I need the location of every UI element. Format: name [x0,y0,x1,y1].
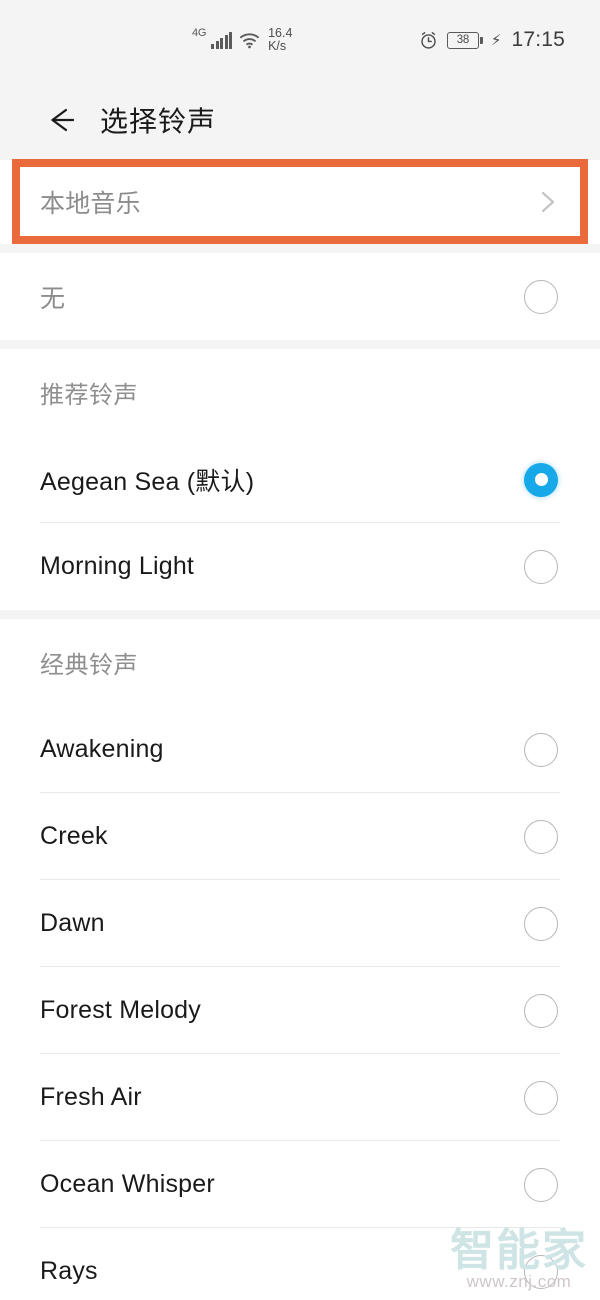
radio-button[interactable] [524,279,558,314]
radio-button[interactable] [524,732,558,767]
ringtone-label: Ocean Whisper [40,1170,215,1198]
ringtone-row[interactable]: Creek [0,793,600,880]
alarm-clock-icon [419,31,438,50]
radio-button[interactable] [524,1254,558,1289]
ringtone-label: Fresh Air [40,1083,142,1111]
local-music-row[interactable]: 本地音乐 [0,160,600,244]
clock-label: 17:15 [511,28,565,51]
ringtone-row[interactable]: Aegean Sea (默认) [0,436,600,523]
ringtone-row[interactable]: Forest Melody [0,967,600,1054]
ringtone-row[interactable]: Ocean Whisper [0,1141,600,1228]
ringtone-row[interactable]: Awakening [0,706,600,793]
chevron-right-icon [538,187,558,217]
ringtone-label: 无 [40,284,66,313]
ringtone-label: Dawn [40,909,105,937]
ringtone-label: Morning Light [40,552,195,580]
data-speed-indicator: 16.4 K/s [268,25,293,53]
radio-button[interactable] [524,819,558,854]
ringtone-row[interactable]: Dawn [0,880,600,967]
section-header: 推荐铃声 [0,349,600,436]
radio-button-selected[interactable] [524,462,558,497]
radio-button[interactable] [524,1167,558,1202]
back-arrow-icon[interactable] [42,102,78,138]
section-header-label: 推荐铃声 [40,382,138,409]
ringtone-label: Forest Melody [40,996,201,1024]
ringtone-sections: 推荐铃声 Aegean Sea (默认) Morning Light 经典铃声 Awak… [0,349,600,1300]
battery-icon: 38 [446,31,483,49]
status-bar: 4G 16.4 K/s 38 ⚡ 17:15 [0,0,600,80]
local-music-label: 本地音乐 [40,190,141,218]
section-header: 经典铃声 [0,619,600,706]
status-bar-left-group: 4G 16.4 K/s [192,0,292,80]
wifi-icon [239,32,260,49]
charging-bolt-icon: ⚡ [490,31,502,49]
radio-button[interactable] [524,906,558,941]
radio-button[interactable] [524,993,558,1028]
ringtone-label: Awakening [40,735,164,763]
ringtone-label: Creek [40,822,108,850]
network-type-label: 4G [192,27,207,39]
ringtone-row[interactable]: Morning Light [0,523,600,610]
section-separator [0,244,600,253]
ringtone-row[interactable]: Fresh Air [0,1054,600,1141]
section-separator [0,340,600,349]
ringtone-row-none[interactable]: 无 [0,253,600,340]
page-title: 选择铃声 [100,106,217,137]
ringtone-row[interactable]: Rays [0,1228,600,1300]
radio-button[interactable] [524,1080,558,1115]
app-bar: 选择铃声 [0,80,600,160]
phone-screen: 4G 16.4 K/s 38 ⚡ 17:15 选择铃声 本地音乐 无 推荐铃声 … [0,0,600,1300]
ringtone-label: Aegean Sea (默认) [40,467,255,496]
battery-cap [479,36,483,44]
section-separator [0,610,600,619]
status-bar-right-group: 38 ⚡ 17:15 [419,0,565,80]
data-speed-unit: K/s [268,38,287,53]
radio-button[interactable] [524,549,558,584]
section-header-label: 经典铃声 [40,652,138,679]
signal-bars-icon [211,31,233,49]
data-speed-value: 16.4 [268,25,293,40]
ringtone-label: Rays [40,1257,98,1285]
battery-level-label: 38 [446,31,479,49]
